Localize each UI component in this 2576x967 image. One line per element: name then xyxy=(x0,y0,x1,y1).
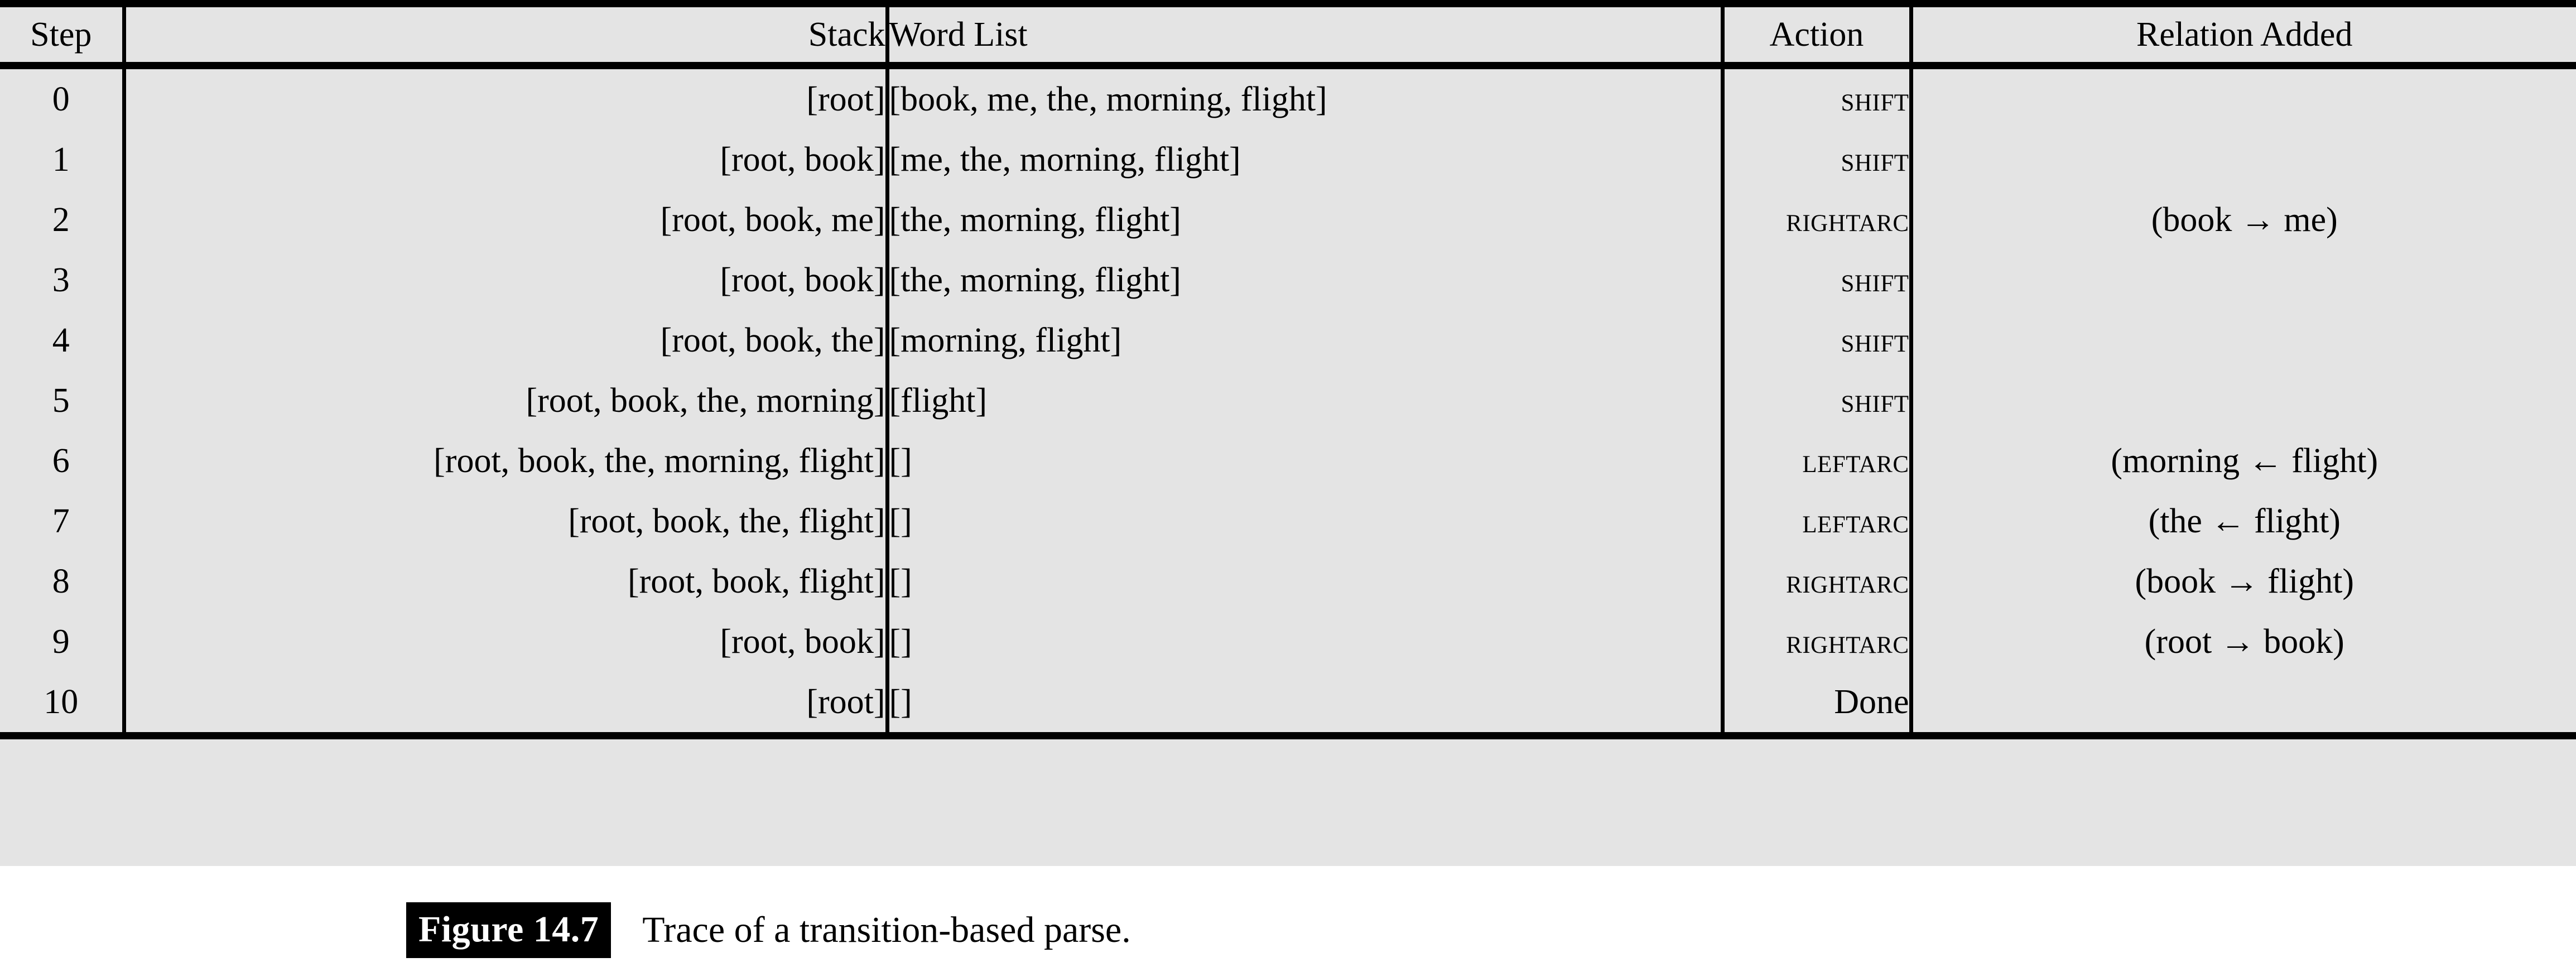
figure-caption: Figure 14.7 Trace of a transition-based … xyxy=(0,893,2576,967)
cell-relation xyxy=(1911,250,2576,310)
cell-step: 3 xyxy=(0,250,126,310)
table-row: 2 [root, book, me] [the, morning, flight] R… xyxy=(0,190,2576,250)
cell-stack: [root] xyxy=(124,69,889,129)
cell-relation xyxy=(1911,672,2576,732)
column-header-word-list: Word List xyxy=(887,7,1725,62)
cell-word-list: [] xyxy=(887,672,1725,732)
cell-action: Done xyxy=(1722,672,1913,732)
cell-step: 9 xyxy=(0,612,126,672)
cell-step: 10 xyxy=(0,672,126,732)
table-row: 10 [root][] Done xyxy=(0,672,2576,732)
table-row: 1 [root, book] [me, the, morning, flight] S… xyxy=(0,129,2576,190)
cell-stack: [root, book, the, morning, flight] xyxy=(124,431,889,491)
cell-relation: (morning ← flight) xyxy=(1911,431,2576,491)
cell-relation: (book → flight) xyxy=(1911,551,2576,612)
cell-relation xyxy=(1911,310,2576,371)
cell-action: RIGHTARC xyxy=(1722,612,1913,672)
cell-word-list: [] xyxy=(887,551,1725,612)
cell-action: LEFTARC xyxy=(1722,431,1913,491)
cell-word-list: [book, me, the, morning, flight] xyxy=(887,69,1725,129)
cell-relation xyxy=(1911,69,2576,129)
table-row: 8 [root, book, flight][] RIGHTARC (book → f… xyxy=(0,551,2576,612)
cell-action: SHIFT xyxy=(1722,129,1913,190)
transition-trace-table: Step Stack Word List Action Relation Add… xyxy=(0,7,2576,62)
column-header-stack: Stack xyxy=(124,7,889,62)
action-label: SHIFT xyxy=(1841,80,1909,118)
cell-word-list: [morning, flight] xyxy=(887,310,1725,371)
cell-step: 7 xyxy=(0,491,126,551)
cell-stack: [root, book, flight] xyxy=(124,551,889,612)
cell-step: 4 xyxy=(0,310,126,371)
cell-stack: [root, book] xyxy=(124,612,889,672)
cell-relation xyxy=(1911,371,2576,431)
table-top-rule xyxy=(0,0,2576,7)
cell-stack: [root, book, the, flight] xyxy=(124,491,889,551)
figure-number-tag: Figure 14.7 xyxy=(406,902,612,958)
table-row: 9 [root, book][] RIGHTARC (root → book) xyxy=(0,612,2576,672)
table-body: 0 [root] [book, me, the, morning, flight] S… xyxy=(0,69,2576,732)
cell-step: 0 xyxy=(0,69,126,129)
figure-page: Step Stack Word List Action Relation Add… xyxy=(0,0,2576,967)
figure-caption-text: Trace of a transition-based parse. xyxy=(642,909,1131,950)
cell-word-list: [] xyxy=(887,431,1725,491)
cell-step: 8 xyxy=(0,551,126,612)
cell-word-list: [] xyxy=(887,612,1725,672)
table-row: 7 [root, book, the, flight][] LEFTARC (the … xyxy=(0,491,2576,551)
cell-word-list: [flight] xyxy=(887,371,1725,431)
cell-word-list: [me, the, morning, flight] xyxy=(887,129,1725,190)
action-label: RIGHTARC xyxy=(1786,562,1909,600)
cell-step: 2 xyxy=(0,190,126,250)
cell-action: RIGHTARC xyxy=(1722,190,1913,250)
table-row: 0 [root] [book, me, the, morning, flight] S… xyxy=(0,69,2576,129)
cell-stack: [root] xyxy=(124,672,889,732)
cell-word-list: [the, morning, flight] xyxy=(887,190,1725,250)
table-header-rule xyxy=(0,62,2576,69)
cell-stack: [root, book] xyxy=(124,250,889,310)
table-row: 6 [root, book, the, morning, flight][] LEF… xyxy=(0,431,2576,491)
cell-action: LEFTARC xyxy=(1722,491,1913,551)
cell-action: SHIFT xyxy=(1722,69,1913,129)
transition-trace-body-table: 0 [root] [book, me, the, morning, flight] S… xyxy=(0,69,2576,732)
table-header: Step Stack Word List Action Relation Add… xyxy=(0,7,2576,62)
table-row: 4 [root, book, the] [morning, flight] SHIFT xyxy=(0,310,2576,371)
table-bottom-rule xyxy=(0,732,2576,739)
column-header-step: Step xyxy=(0,7,126,62)
header-row: Step Stack Word List Action Relation Add… xyxy=(0,7,2576,62)
action-label: RIGHTARC xyxy=(1786,201,1909,239)
cell-relation xyxy=(1911,129,2576,190)
cell-action: RIGHTARC xyxy=(1722,551,1913,612)
column-header-action: Action xyxy=(1722,7,1913,62)
cell-action: SHIFT xyxy=(1722,371,1913,431)
cell-relation: (the ← flight) xyxy=(1911,491,2576,551)
cell-stack: [root, book] xyxy=(124,129,889,190)
cell-step: 5 xyxy=(0,371,126,431)
cell-relation: (book → me) xyxy=(1911,190,2576,250)
cell-relation: (root → book) xyxy=(1911,612,2576,672)
action-label: SHIFT xyxy=(1841,261,1909,299)
cell-stack: [root, book, me] xyxy=(124,190,889,250)
action-label: RIGHTARC xyxy=(1786,623,1909,661)
table-row: 3 [root, book] [the, morning, flight] SHIFT xyxy=(0,250,2576,310)
cell-step: 6 xyxy=(0,431,126,491)
cell-stack: [root, book, the] xyxy=(124,310,889,371)
cell-action: SHIFT xyxy=(1722,310,1913,371)
trace-table-block: Step Stack Word List Action Relation Add… xyxy=(0,0,2576,866)
table-row: 5 [root, book, the, morning] [flight] SHIFT xyxy=(0,371,2576,431)
action-label: LEFTARC xyxy=(1802,502,1909,540)
action-label: SHIFT xyxy=(1841,382,1909,420)
cell-stack: [root, book, the, morning] xyxy=(124,371,889,431)
cell-step: 1 xyxy=(0,129,126,190)
cell-word-list: [the, morning, flight] xyxy=(887,250,1725,310)
action-label: LEFTARC xyxy=(1802,442,1909,480)
cell-action: SHIFT xyxy=(1722,250,1913,310)
action-label: SHIFT xyxy=(1841,141,1909,179)
column-header-relation-added: Relation Added xyxy=(1911,7,2576,62)
cell-word-list: [] xyxy=(887,491,1725,551)
action-label: SHIFT xyxy=(1841,321,1909,359)
